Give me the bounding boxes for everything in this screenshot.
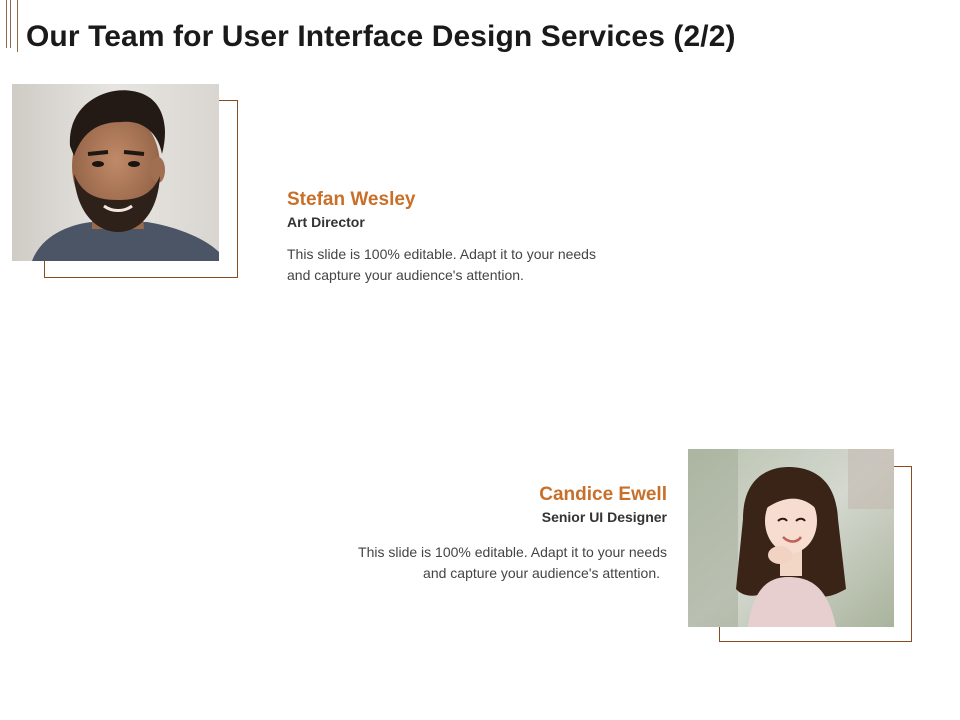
man-portrait-photo xyxy=(12,84,219,261)
member-role-candice: Senior UI Designer xyxy=(541,509,667,525)
description-line: This slide is 100% editable. Adapt it to… xyxy=(358,544,667,560)
member-description-candice: This slide is 100% editable. Adapt it to… xyxy=(358,542,667,584)
page-title: Our Team for User Interface Design Servi… xyxy=(26,20,736,53)
member-description-stefan: This slide is 100% editable. Adapt it to… xyxy=(287,244,596,286)
woman-portrait-photo xyxy=(688,449,894,627)
description-line: This slide is 100% editable. Adapt it to… xyxy=(287,246,596,262)
description-line: and capture your audience's attention. xyxy=(423,565,660,581)
member-role-stefan: Art Director xyxy=(287,214,365,230)
member-name-candice: Candice Ewell xyxy=(539,484,667,505)
description-line: and capture your audience's attention. xyxy=(287,267,524,283)
title-accent-bars xyxy=(3,0,21,52)
member-name-stefan: Stefan Wesley xyxy=(287,189,416,210)
